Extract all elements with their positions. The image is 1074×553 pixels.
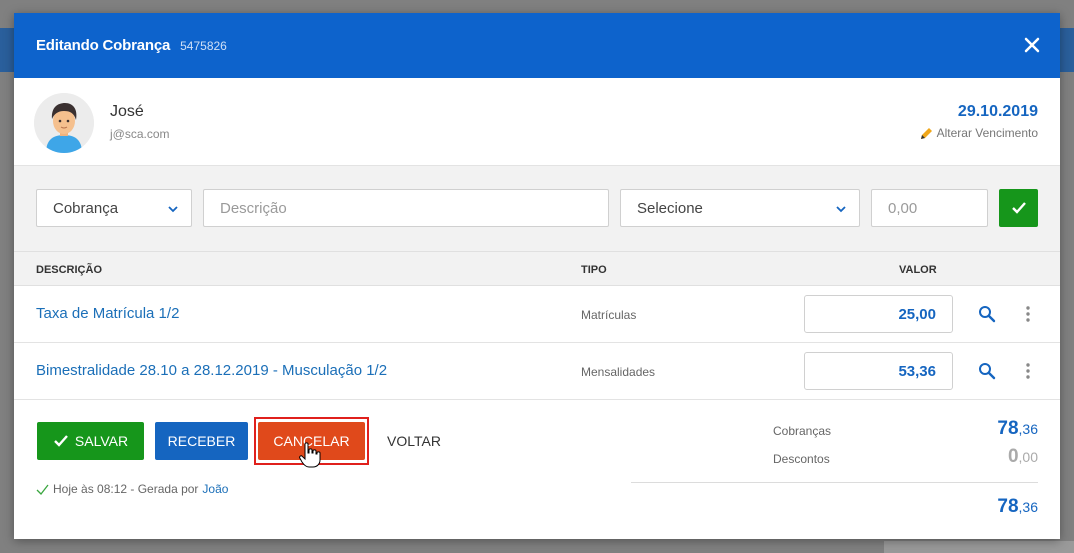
grand-total-int: 78 bbox=[997, 496, 1019, 517]
row-value-input[interactable]: 25,00 bbox=[804, 295, 953, 333]
discounts-total-int: 0 bbox=[1007, 446, 1019, 467]
search-button[interactable] bbox=[978, 362, 996, 385]
grand-total-dec: ,36 bbox=[1018, 499, 1038, 515]
check-icon bbox=[1011, 202, 1026, 214]
pencil-icon bbox=[920, 127, 932, 139]
client-email: j@sca.com bbox=[110, 127, 170, 141]
header-value: VALOR bbox=[899, 264, 937, 276]
header-type: TIPO bbox=[581, 264, 607, 276]
change-due-label: Alterar Vencimento bbox=[936, 126, 1038, 140]
close-icon bbox=[1024, 37, 1040, 53]
history-text: Hoje às 08:12 - Gerada por bbox=[53, 482, 199, 496]
totals-divider bbox=[631, 482, 1038, 483]
client-info: José j@sca.com 29.10.2019 Alterar Vencim… bbox=[14, 78, 1060, 166]
history-author-link[interactable]: João bbox=[202, 482, 228, 496]
modal-header: Editando Cobrança 5475826 bbox=[14, 13, 1060, 78]
category-select-value: Selecione bbox=[637, 199, 703, 217]
edit-charge-modal: Editando Cobrança 5475826 José j@sca.com… bbox=[14, 13, 1060, 539]
charges-total-dec: ,36 bbox=[1018, 421, 1038, 437]
row-type: Matrículas bbox=[581, 308, 637, 322]
search-button[interactable] bbox=[978, 305, 996, 328]
save-label: SALVAR bbox=[74, 433, 129, 449]
modal-title: Editando Cobrança bbox=[36, 37, 171, 54]
more-vertical-icon bbox=[1026, 363, 1030, 379]
due-date: 29.10.2019 bbox=[957, 103, 1038, 120]
back-label: VOLTAR bbox=[387, 433, 441, 449]
back-button[interactable]: VOLTAR bbox=[386, 422, 442, 460]
search-icon bbox=[979, 306, 996, 323]
change-due-link[interactable]: Alterar Vencimento bbox=[920, 126, 1038, 140]
charges-total: 78,36 bbox=[997, 418, 1038, 440]
row-description-link[interactable]: Bimestralidade 28.10 a 28.12.2019 - Musc… bbox=[36, 362, 387, 379]
record-id: 5475826 bbox=[180, 38, 227, 53]
table-row: Taxa de Matrícula 1/2 Matrículas 25,00 bbox=[14, 286, 1060, 343]
type-select-value: Cobrança bbox=[53, 199, 119, 217]
receive-button[interactable]: RECEBER bbox=[155, 422, 248, 460]
check-icon bbox=[36, 484, 49, 495]
grand-total: 78,36 bbox=[997, 496, 1038, 518]
table-header: DESCRIÇÃO TIPO VALOR bbox=[14, 252, 1060, 286]
amount-input[interactable]: 0,00 bbox=[871, 189, 988, 227]
chevron-down-icon bbox=[836, 206, 846, 213]
row-value-input[interactable]: 53,36 bbox=[804, 352, 953, 390]
discounts-total: 0,00 bbox=[1008, 446, 1038, 468]
table-row: Bimestralidade 28.10 a 28.12.2019 - Musc… bbox=[14, 343, 1060, 400]
discounts-total-dec: ,00 bbox=[1018, 449, 1038, 465]
close-button[interactable] bbox=[1022, 35, 1042, 55]
background-strip bbox=[884, 541, 1074, 553]
more-vertical-icon bbox=[1026, 306, 1030, 322]
discounts-label: Descontos bbox=[773, 452, 830, 466]
hand-cursor-icon bbox=[299, 442, 321, 473]
client-name: José bbox=[110, 103, 144, 120]
description-input[interactable]: Descrição bbox=[203, 189, 609, 227]
row-description-link[interactable]: Taxa de Matrícula 1/2 bbox=[36, 305, 179, 322]
row-menu-button[interactable] bbox=[1025, 362, 1031, 385]
check-icon bbox=[54, 435, 68, 447]
category-select[interactable]: Selecione bbox=[620, 189, 860, 227]
modal-footer: SALVAR RECEBER CANCELAR VOLTAR Hoje às 0… bbox=[14, 400, 1060, 539]
type-select[interactable]: Cobrança bbox=[36, 189, 192, 227]
person-avatar-icon bbox=[34, 93, 94, 153]
header-description: DESCRIÇÃO bbox=[36, 264, 103, 276]
add-item-form: Cobrança Descrição Selecione 0,00 bbox=[14, 166, 1060, 252]
add-item-button[interactable] bbox=[999, 189, 1038, 227]
search-icon bbox=[979, 363, 996, 380]
save-button[interactable]: SALVAR bbox=[37, 422, 144, 460]
description-placeholder: Descrição bbox=[220, 199, 287, 217]
row-menu-button[interactable] bbox=[1025, 305, 1031, 328]
amount-placeholder: 0,00 bbox=[888, 199, 918, 217]
charges-label: Cobranças bbox=[773, 424, 832, 438]
chevron-down-icon bbox=[168, 206, 178, 213]
receive-label: RECEBER bbox=[167, 433, 236, 449]
avatar bbox=[34, 93, 94, 153]
charges-total-int: 78 bbox=[997, 418, 1019, 439]
history-note: Hoje às 08:12 - Gerada por João bbox=[36, 482, 228, 496]
row-type: Mensalidades bbox=[581, 365, 656, 379]
